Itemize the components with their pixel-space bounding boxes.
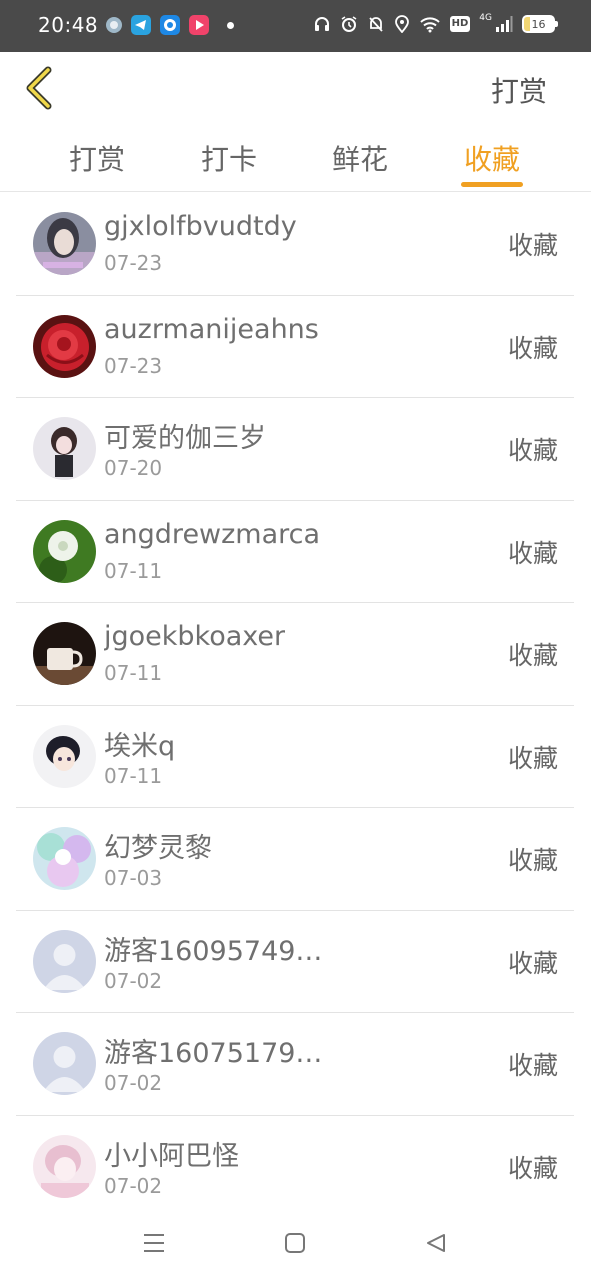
list-item[interactable]: 游客16095749… 07-02 收藏 xyxy=(16,911,574,1013)
pink-anime-avatar xyxy=(33,1134,96,1198)
list-item[interactable]: 小小阿巴怪 07-02 收藏 xyxy=(16,1116,574,1219)
location-icon xyxy=(394,15,410,33)
rose-avatar xyxy=(33,314,96,378)
favorite-label: 收藏 xyxy=(507,948,558,978)
status-bar: 20:48 HD 4G 16 xyxy=(0,0,591,52)
date: 07-20 xyxy=(104,456,163,480)
default-user-avatar xyxy=(33,929,96,993)
battery-icon: 16 xyxy=(522,15,558,33)
date: 07-23 xyxy=(104,353,163,378)
date: 07-02 xyxy=(104,968,163,993)
favorite-label: 收藏 xyxy=(507,436,558,465)
favorite-label: 收藏 xyxy=(507,846,558,875)
tab-favorites[interactable]: 收藏 xyxy=(452,138,532,178)
username: jgoekbkoaxer xyxy=(104,621,286,652)
girl-photo-avatar xyxy=(33,212,96,275)
favorite-label: 收藏 xyxy=(507,1153,558,1183)
chrome-app-icon xyxy=(160,15,180,35)
alarm-icon xyxy=(340,15,358,33)
tab-checkin[interactable]: 打卡 xyxy=(189,138,269,178)
network-type-label: 4G xyxy=(479,12,492,23)
telegram-icon xyxy=(131,15,151,35)
list-item[interactable]: auzrmanijeahns 07-23 收藏 xyxy=(16,296,574,398)
username: 小小阿巴怪 xyxy=(104,1140,239,1172)
list-item[interactable]: 幻梦灵黎 07-03 收藏 xyxy=(16,808,574,911)
notification-dot xyxy=(227,22,234,29)
date: 07-02 xyxy=(104,1173,163,1198)
dandelion-avatar xyxy=(33,519,96,583)
username: 可爱的伽三岁 xyxy=(104,423,266,454)
holographic-avatar xyxy=(33,827,96,890)
default-user-avatar xyxy=(33,1032,96,1095)
headphones-icon xyxy=(313,15,331,33)
username: 幻梦灵黎 xyxy=(104,833,212,864)
anime-boy-avatar xyxy=(33,724,96,788)
date: 07-23 xyxy=(104,251,163,275)
battery-level: 16 xyxy=(531,17,546,31)
menu-icon[interactable] xyxy=(143,1232,165,1258)
favorite-label: 收藏 xyxy=(507,743,558,773)
date: 07-11 xyxy=(104,661,163,685)
coffee-cup-avatar xyxy=(33,622,96,685)
hd-badge: HD xyxy=(449,16,471,32)
favorite-label: 收藏 xyxy=(507,538,558,568)
username: 游客16075179… xyxy=(104,1038,323,1069)
mute-bell-icon xyxy=(367,15,385,33)
system-status-icons: HD 4G 16 xyxy=(313,12,558,33)
system-navigation-bar xyxy=(0,1212,591,1280)
favorite-label: 收藏 xyxy=(507,641,558,670)
list-item[interactable]: 游客16075179… 07-02 收藏 xyxy=(16,1013,574,1116)
favorite-label: 收藏 xyxy=(507,333,558,363)
video-app-icon xyxy=(189,15,209,35)
chevron-left-icon xyxy=(26,66,52,110)
list-item[interactable]: jgoekbkoaxer 07-11 收藏 xyxy=(16,603,574,706)
cloud-app-icon xyxy=(104,15,124,35)
back-button[interactable] xyxy=(20,64,60,112)
tab-bar: 打赏 打卡 鲜花 收藏 xyxy=(0,124,591,192)
date: 07-02 xyxy=(104,1071,163,1095)
signal-icon xyxy=(495,15,513,33)
list-item[interactable]: gjxlolfbvudtdy 07-23 收藏 xyxy=(16,193,574,296)
favorite-label: 收藏 xyxy=(507,1051,558,1080)
anime-girl-avatar xyxy=(33,417,96,480)
favorite-label: 收藏 xyxy=(507,231,558,260)
active-tab-indicator xyxy=(461,182,523,187)
list-item[interactable]: 可爱的伽三岁 07-20 收藏 xyxy=(16,398,574,501)
username: auzrmanijeahns xyxy=(104,313,319,345)
date: 07-11 xyxy=(104,558,163,583)
header: 打赏 xyxy=(0,52,591,124)
favorites-list: gjxlolfbvudtdy 07-23 收藏 auzrmanijeahns 0… xyxy=(16,193,574,1218)
list-item[interactable]: 埃米q 07-11 收藏 xyxy=(16,706,574,808)
tab-flowers[interactable]: 鲜花 xyxy=(320,138,400,178)
list-item[interactable]: angdrewzmarca 07-11 收藏 xyxy=(16,501,574,603)
username: gjxlolfbvudtdy xyxy=(104,211,297,242)
username: 埃米q xyxy=(104,730,176,762)
date: 07-03 xyxy=(104,866,163,890)
username: 游客16095749… xyxy=(104,935,323,967)
home-icon[interactable] xyxy=(284,1232,306,1258)
tab-reward[interactable]: 打赏 xyxy=(57,138,137,178)
wifi-icon xyxy=(419,15,441,33)
status-time: 20:48 xyxy=(38,13,99,37)
username: angdrewzmarca xyxy=(104,518,321,550)
back-triangle-icon[interactable] xyxy=(425,1232,447,1258)
reward-header-button[interactable]: 打赏 xyxy=(491,70,547,110)
date: 07-11 xyxy=(104,763,163,788)
